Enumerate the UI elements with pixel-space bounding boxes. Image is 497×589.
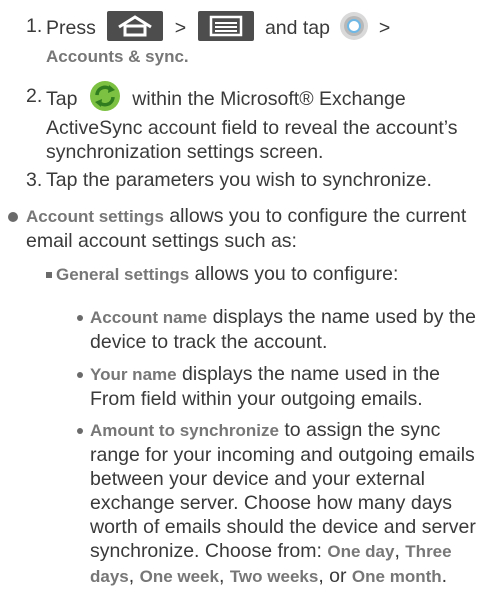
step-2-text: Tap within the Microsoft® Exchange Activ… xyxy=(46,81,491,164)
step-number: 1. xyxy=(26,15,43,37)
bullet-icon xyxy=(77,315,83,321)
step-number: 3. xyxy=(26,169,43,191)
option-one-week: One week xyxy=(139,567,219,586)
step-number: 2. xyxy=(26,85,43,107)
bullet-icon xyxy=(77,372,83,378)
square-bullet-icon xyxy=(46,272,52,278)
option-three-days-b: days xyxy=(90,567,129,586)
bullet-icon xyxy=(8,212,18,222)
menu-icon xyxy=(197,11,254,41)
sync-icon xyxy=(89,80,121,112)
settings-path: Accounts & sync. xyxy=(46,47,189,66)
bullet-icon xyxy=(77,428,83,434)
general-settings-term: General settings xyxy=(56,265,190,284)
step-3-text: Tap the parameters you wish to synchroni… xyxy=(46,169,432,191)
option-one-month: One month xyxy=(351,567,442,586)
step-1-text: Press > and tap > Accounts & sync. xyxy=(46,11,491,69)
settings-gear-icon xyxy=(339,11,369,41)
option-two-weeks: Two weeks xyxy=(229,567,319,586)
home-icon xyxy=(107,11,164,41)
account-settings-term: Account settings xyxy=(26,207,164,226)
